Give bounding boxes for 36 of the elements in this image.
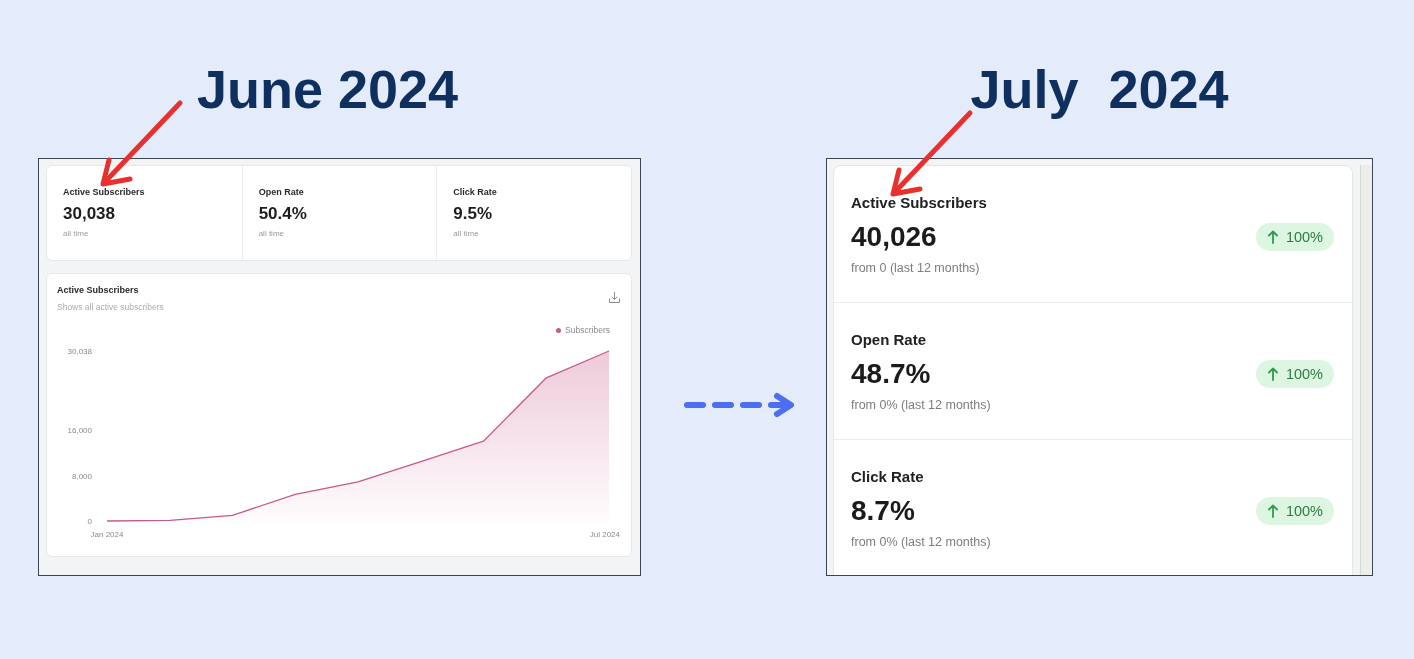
stat-label: Active Subscribers — [63, 187, 145, 198]
chart-subtitle: Shows all active subscribers — [57, 302, 164, 312]
y-axis-label: 16,000 — [67, 426, 92, 436]
change-percent: 100% — [1285, 365, 1323, 383]
stat-note: all time — [453, 229, 479, 239]
stat-note: from 0 (last 12 months) — [851, 260, 980, 276]
chart-title: Active Subscribers — [57, 285, 139, 296]
stat-note: all time — [63, 229, 89, 239]
y-axis-label: 30,038 — [67, 347, 92, 356]
change-percent: 100% — [1285, 502, 1323, 520]
stat-note: all time — [258, 229, 284, 239]
arrow-up-icon — [1267, 367, 1278, 381]
stat-value: 48.7% — [851, 357, 931, 391]
y-axis-label: 8,000 — [71, 471, 92, 481]
stat-value: 8.7% — [851, 494, 915, 528]
stat-value: 50.4% — [258, 204, 307, 224]
legend-label: Subscribers — [565, 325, 610, 335]
stat-value: 40,026 — [851, 220, 937, 254]
stat-note: from 0% (last 12 months) — [851, 397, 991, 413]
stat-label: Open Rate — [851, 331, 926, 349]
download-icon[interactable] — [609, 292, 620, 303]
x-axis-label: Jul 2024 — [589, 530, 620, 539]
stat-label: Active Subscribers — [851, 194, 987, 212]
y-axis-label: 0 — [87, 517, 92, 526]
stat-value: 9.5% — [453, 204, 493, 224]
stat-label: Click Rate — [453, 187, 497, 198]
arrow-up-icon — [1267, 504, 1278, 518]
arrow-up-icon — [1267, 230, 1278, 244]
scrollbar-track[interactable] — [1360, 165, 1372, 575]
stat-label: Click Rate — [851, 468, 924, 486]
x-axis-label: Jan 2024 — [90, 530, 124, 539]
stat-note: from 0% (last 12 months) — [851, 534, 991, 550]
change-percent: 100% — [1285, 228, 1323, 246]
stat-label: Open Rate — [258, 187, 304, 198]
period-heading: June 2024 — [196, 62, 459, 116]
stat-value: 30,038 — [63, 204, 115, 224]
